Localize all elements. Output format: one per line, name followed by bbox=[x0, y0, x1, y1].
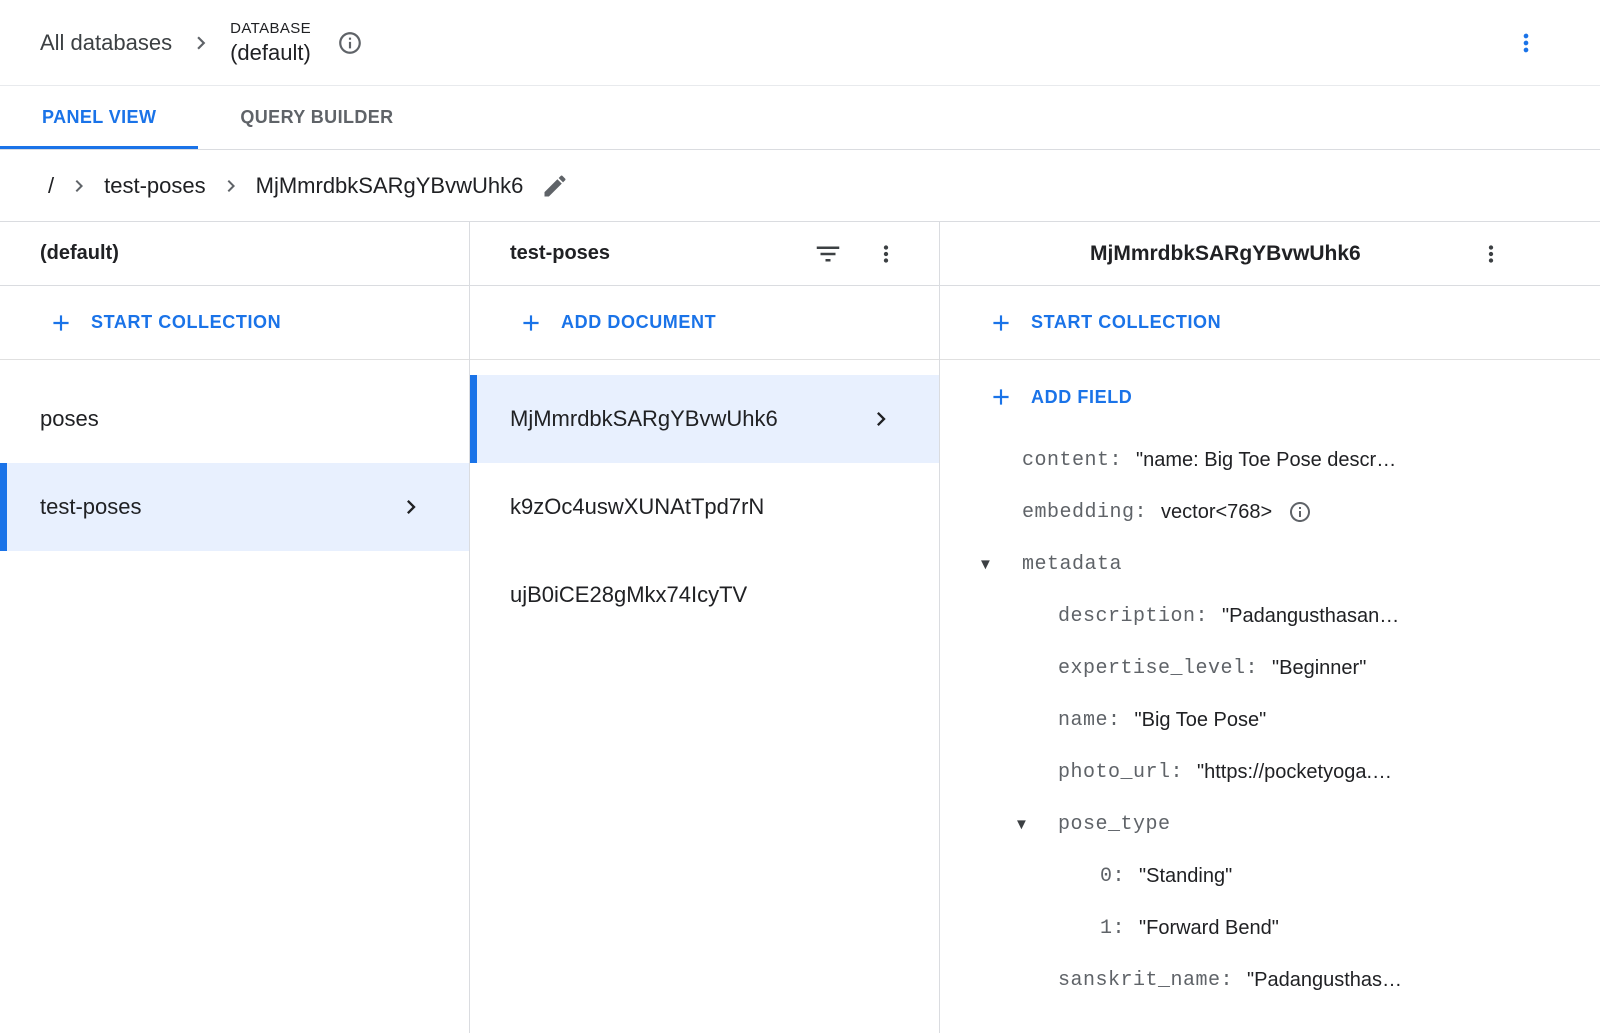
tab-query-builder[interactable]: QUERY BUILDER bbox=[198, 86, 435, 149]
collections-list: poses test-poses bbox=[0, 360, 469, 551]
start-collection-label: START COLLECTION bbox=[1031, 312, 1221, 333]
field-row[interactable]: 1: "Forward Bend" bbox=[940, 902, 1600, 954]
start-collection-button[interactable]: START COLLECTION bbox=[0, 286, 469, 360]
start-collection-label: START COLLECTION bbox=[91, 312, 281, 333]
field-value: "Beginner" bbox=[1272, 657, 1366, 680]
edit-pencil-icon[interactable] bbox=[541, 172, 569, 200]
database-breadcrumb: All databases DATABASE (default) bbox=[40, 19, 363, 67]
field-key: sanskrit_name: bbox=[1058, 969, 1233, 992]
database-panel-header: (default) bbox=[0, 222, 469, 286]
collection-panel-header: test-poses bbox=[470, 222, 939, 286]
add-document-button[interactable]: ADD DOCUMENT bbox=[470, 286, 939, 360]
add-field-button[interactable]: ADD FIELD bbox=[940, 360, 1600, 434]
field-row[interactable]: name: "Big Toe Pose" bbox=[940, 694, 1600, 746]
field-key: description: bbox=[1058, 605, 1208, 628]
chevron-right-icon bbox=[219, 174, 243, 198]
field-row[interactable]: ▼ pose_type bbox=[940, 798, 1600, 850]
collection-name: test-poses bbox=[40, 494, 142, 520]
start-collection-button[interactable]: START COLLECTION bbox=[940, 286, 1600, 360]
document-panel-title: MjMmrdbkSARgYBvwUhk6 bbox=[1090, 242, 1361, 266]
document-fields: content: "name: Big Toe Pose descr… embe… bbox=[940, 434, 1600, 1006]
plus-icon bbox=[48, 310, 74, 336]
document-row[interactable]: ujB0iCE28gMkx74IcyTV bbox=[470, 551, 939, 639]
all-databases-link[interactable]: All databases bbox=[40, 30, 172, 56]
add-document-label: ADD DOCUMENT bbox=[561, 312, 716, 333]
topbar: All databases DATABASE (default) bbox=[0, 0, 1600, 86]
document-id: MjMmrdbkSARgYBvwUhk6 bbox=[510, 406, 778, 432]
document-more-menu-icon[interactable] bbox=[1478, 241, 1504, 267]
info-icon[interactable] bbox=[337, 30, 363, 56]
filter-icon[interactable] bbox=[813, 239, 843, 269]
field-value: "Padangusthas… bbox=[1247, 969, 1402, 992]
collection-more-menu-icon[interactable] bbox=[873, 241, 899, 267]
field-row[interactable]: description: "Padangusthasan… bbox=[940, 590, 1600, 642]
field-value: "https://pocketyoga.… bbox=[1197, 761, 1392, 784]
document-panel-header: MjMmrdbkSARgYBvwUhk6 bbox=[940, 222, 1600, 286]
database-panel: (default) START COLLECTION poses test-po… bbox=[0, 222, 470, 1033]
collection-row[interactable]: poses bbox=[0, 375, 469, 463]
firestore-panels: (default) START COLLECTION poses test-po… bbox=[0, 222, 1600, 1033]
tab-panel-view[interactable]: PANEL VIEW bbox=[0, 86, 198, 149]
field-key: photo_url: bbox=[1058, 761, 1183, 784]
documents-list: MjMmrdbkSARgYBvwUhk6 k9zOc4uswXUNAtTpd7r… bbox=[470, 360, 939, 639]
document-id: k9zOc4uswXUNAtTpd7rN bbox=[510, 494, 764, 520]
document-id: ujB0iCE28gMkx74IcyTV bbox=[510, 582, 747, 608]
collection-panel-title: test-poses bbox=[510, 242, 610, 265]
field-key: name: bbox=[1058, 709, 1121, 732]
field-key: 0: bbox=[1100, 865, 1125, 888]
field-key: pose_type bbox=[1058, 813, 1171, 836]
field-key: embedding: bbox=[1022, 501, 1147, 524]
document-panel: MjMmrdbkSARgYBvwUhk6 START COLLECTION AD… bbox=[940, 222, 1600, 1033]
field-key: metadata bbox=[1022, 553, 1122, 576]
info-icon[interactable] bbox=[1288, 500, 1312, 524]
field-row[interactable]: expertise_level: "Beginner" bbox=[940, 642, 1600, 694]
field-row[interactable]: content: "name: Big Toe Pose descr… bbox=[940, 434, 1600, 486]
plus-icon bbox=[988, 310, 1014, 336]
database-label: DATABASE bbox=[230, 19, 311, 39]
database-name: (default) bbox=[230, 39, 311, 67]
chevron-right-icon bbox=[188, 30, 214, 56]
path-collection[interactable]: test-poses bbox=[104, 173, 206, 199]
add-field-label: ADD FIELD bbox=[1031, 387, 1132, 408]
collection-name: poses bbox=[40, 406, 99, 432]
database-title-block: DATABASE (default) bbox=[230, 19, 311, 67]
field-value: "Padangusthasan… bbox=[1222, 605, 1399, 628]
path-document: MjMmrdbkSARgYBvwUhk6 bbox=[256, 173, 524, 199]
path-root[interactable]: / bbox=[48, 173, 54, 199]
field-value: "Big Toe Pose" bbox=[1135, 709, 1267, 732]
field-key: 1: bbox=[1100, 917, 1125, 940]
collection-row[interactable]: test-poses bbox=[0, 463, 469, 551]
field-row[interactable]: embedding: vector<768> bbox=[940, 486, 1600, 538]
field-key: expertise_level: bbox=[1058, 657, 1258, 680]
field-value: vector<768> bbox=[1161, 501, 1272, 524]
field-key: content: bbox=[1022, 449, 1122, 472]
database-panel-title: (default) bbox=[40, 242, 119, 265]
chevron-right-icon bbox=[867, 405, 895, 433]
field-row[interactable]: photo_url: "https://pocketyoga.… bbox=[940, 746, 1600, 798]
field-value: "Forward Bend" bbox=[1139, 917, 1279, 940]
field-row[interactable]: 0: "Standing" bbox=[940, 850, 1600, 902]
document-row[interactable]: MjMmrdbkSARgYBvwUhk6 bbox=[470, 375, 939, 463]
field-value: "name: Big Toe Pose descr… bbox=[1136, 449, 1396, 472]
collapse-arrow-icon[interactable]: ▼ bbox=[978, 556, 1022, 573]
plus-icon bbox=[988, 384, 1014, 410]
resource-path-bar: / test-poses MjMmrdbkSARgYBvwUhk6 bbox=[0, 150, 1600, 222]
database-more-menu-icon[interactable] bbox=[1512, 29, 1540, 57]
view-tabs: PANEL VIEW QUERY BUILDER bbox=[0, 86, 1600, 150]
field-value: "Standing" bbox=[1139, 865, 1232, 888]
field-row[interactable]: sanskrit_name: "Padangusthas… bbox=[940, 954, 1600, 1006]
field-row[interactable]: ▼ metadata bbox=[940, 538, 1600, 590]
collapse-arrow-icon[interactable]: ▼ bbox=[1014, 816, 1058, 833]
collection-panel: test-poses ADD DOCUMENT MjMmrdbkSARgYBvw… bbox=[470, 222, 940, 1033]
chevron-right-icon bbox=[67, 174, 91, 198]
document-row[interactable]: k9zOc4uswXUNAtTpd7rN bbox=[470, 463, 939, 551]
chevron-right-icon bbox=[397, 493, 425, 521]
plus-icon bbox=[518, 310, 544, 336]
